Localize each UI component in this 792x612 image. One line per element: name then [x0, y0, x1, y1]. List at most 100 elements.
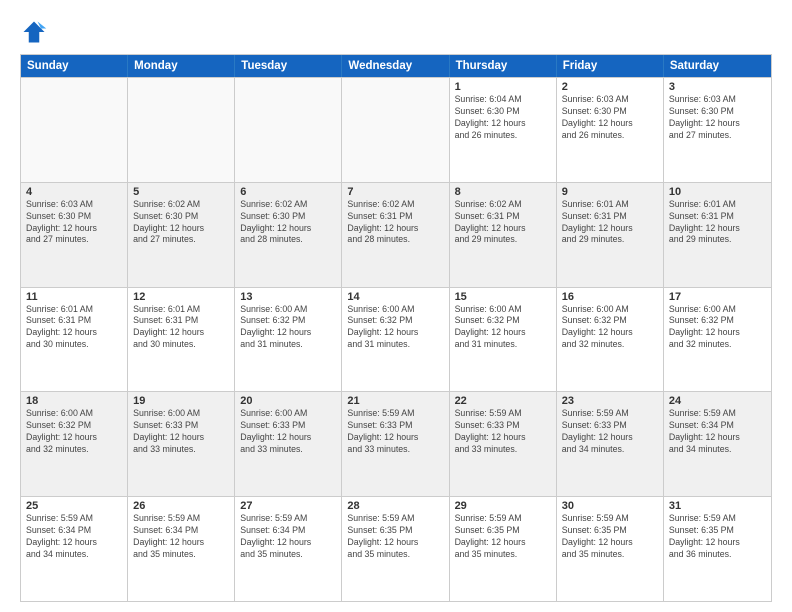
table-row: 22Sunrise: 5:59 AM Sunset: 6:33 PM Dayli… [450, 392, 557, 496]
day-number: 22 [455, 395, 551, 407]
day-info: Sunrise: 6:01 AM Sunset: 6:31 PM Dayligh… [133, 304, 229, 352]
table-row: 29Sunrise: 5:59 AM Sunset: 6:35 PM Dayli… [450, 497, 557, 601]
day-info: Sunrise: 6:00 AM Sunset: 6:32 PM Dayligh… [347, 304, 443, 352]
day-number: 8 [455, 186, 551, 198]
table-row: 5Sunrise: 6:02 AM Sunset: 6:30 PM Daylig… [128, 183, 235, 287]
logo-icon [20, 18, 48, 46]
table-row [128, 78, 235, 182]
day-number: 17 [669, 291, 766, 303]
day-info: Sunrise: 6:00 AM Sunset: 6:32 PM Dayligh… [455, 304, 551, 352]
day-info: Sunrise: 6:01 AM Sunset: 6:31 PM Dayligh… [562, 199, 658, 247]
day-info: Sunrise: 5:59 AM Sunset: 6:33 PM Dayligh… [347, 408, 443, 456]
day-number: 20 [240, 395, 336, 407]
table-row: 13Sunrise: 6:00 AM Sunset: 6:32 PM Dayli… [235, 288, 342, 392]
cal-header-tuesday: Tuesday [235, 55, 342, 77]
table-row: 24Sunrise: 5:59 AM Sunset: 6:34 PM Dayli… [664, 392, 771, 496]
table-row: 8Sunrise: 6:02 AM Sunset: 6:31 PM Daylig… [450, 183, 557, 287]
day-number: 18 [26, 395, 122, 407]
day-info: Sunrise: 6:04 AM Sunset: 6:30 PM Dayligh… [455, 94, 551, 142]
table-row: 26Sunrise: 5:59 AM Sunset: 6:34 PM Dayli… [128, 497, 235, 601]
day-number: 4 [26, 186, 122, 198]
table-row: 9Sunrise: 6:01 AM Sunset: 6:31 PM Daylig… [557, 183, 664, 287]
cal-header-saturday: Saturday [664, 55, 771, 77]
day-number: 30 [562, 500, 658, 512]
table-row: 1Sunrise: 6:04 AM Sunset: 6:30 PM Daylig… [450, 78, 557, 182]
day-info: Sunrise: 5:59 AM Sunset: 6:34 PM Dayligh… [240, 513, 336, 561]
day-number: 21 [347, 395, 443, 407]
day-number: 28 [347, 500, 443, 512]
day-info: Sunrise: 5:59 AM Sunset: 6:35 PM Dayligh… [562, 513, 658, 561]
day-info: Sunrise: 6:02 AM Sunset: 6:31 PM Dayligh… [455, 199, 551, 247]
table-row [21, 78, 128, 182]
cal-week-1: 1Sunrise: 6:04 AM Sunset: 6:30 PM Daylig… [21, 77, 771, 182]
cal-header-monday: Monday [128, 55, 235, 77]
day-info: Sunrise: 5:59 AM Sunset: 6:34 PM Dayligh… [26, 513, 122, 561]
table-row: 10Sunrise: 6:01 AM Sunset: 6:31 PM Dayli… [664, 183, 771, 287]
day-info: Sunrise: 6:02 AM Sunset: 6:31 PM Dayligh… [347, 199, 443, 247]
day-number: 27 [240, 500, 336, 512]
calendar: SundayMondayTuesdayWednesdayThursdayFrid… [20, 54, 772, 602]
table-row: 12Sunrise: 6:01 AM Sunset: 6:31 PM Dayli… [128, 288, 235, 392]
day-number: 25 [26, 500, 122, 512]
day-number: 14 [347, 291, 443, 303]
day-number: 3 [669, 81, 766, 93]
table-row: 28Sunrise: 5:59 AM Sunset: 6:35 PM Dayli… [342, 497, 449, 601]
calendar-header: SundayMondayTuesdayWednesdayThursdayFrid… [21, 55, 771, 77]
day-number: 31 [669, 500, 766, 512]
day-number: 1 [455, 81, 551, 93]
table-row: 4Sunrise: 6:03 AM Sunset: 6:30 PM Daylig… [21, 183, 128, 287]
day-info: Sunrise: 5:59 AM Sunset: 6:35 PM Dayligh… [455, 513, 551, 561]
table-row: 31Sunrise: 5:59 AM Sunset: 6:35 PM Dayli… [664, 497, 771, 601]
day-number: 13 [240, 291, 336, 303]
table-row: 2Sunrise: 6:03 AM Sunset: 6:30 PM Daylig… [557, 78, 664, 182]
table-row: 20Sunrise: 6:00 AM Sunset: 6:33 PM Dayli… [235, 392, 342, 496]
table-row: 25Sunrise: 5:59 AM Sunset: 6:34 PM Dayli… [21, 497, 128, 601]
cal-week-2: 4Sunrise: 6:03 AM Sunset: 6:30 PM Daylig… [21, 182, 771, 287]
table-row: 7Sunrise: 6:02 AM Sunset: 6:31 PM Daylig… [342, 183, 449, 287]
cal-header-friday: Friday [557, 55, 664, 77]
day-info: Sunrise: 5:59 AM Sunset: 6:33 PM Dayligh… [562, 408, 658, 456]
table-row: 17Sunrise: 6:00 AM Sunset: 6:32 PM Dayli… [664, 288, 771, 392]
table-row [342, 78, 449, 182]
day-info: Sunrise: 6:02 AM Sunset: 6:30 PM Dayligh… [133, 199, 229, 247]
day-number: 19 [133, 395, 229, 407]
table-row: 15Sunrise: 6:00 AM Sunset: 6:32 PM Dayli… [450, 288, 557, 392]
table-row: 3Sunrise: 6:03 AM Sunset: 6:30 PM Daylig… [664, 78, 771, 182]
table-row: 14Sunrise: 6:00 AM Sunset: 6:32 PM Dayli… [342, 288, 449, 392]
table-row: 11Sunrise: 6:01 AM Sunset: 6:31 PM Dayli… [21, 288, 128, 392]
day-info: Sunrise: 6:00 AM Sunset: 6:33 PM Dayligh… [133, 408, 229, 456]
day-number: 5 [133, 186, 229, 198]
table-row: 23Sunrise: 5:59 AM Sunset: 6:33 PM Dayli… [557, 392, 664, 496]
page: SundayMondayTuesdayWednesdayThursdayFrid… [0, 0, 792, 612]
day-number: 7 [347, 186, 443, 198]
table-row: 18Sunrise: 6:00 AM Sunset: 6:32 PM Dayli… [21, 392, 128, 496]
day-info: Sunrise: 6:01 AM Sunset: 6:31 PM Dayligh… [669, 199, 766, 247]
table-row [235, 78, 342, 182]
day-info: Sunrise: 6:00 AM Sunset: 6:32 PM Dayligh… [26, 408, 122, 456]
table-row: 16Sunrise: 6:00 AM Sunset: 6:32 PM Dayli… [557, 288, 664, 392]
table-row: 6Sunrise: 6:02 AM Sunset: 6:30 PM Daylig… [235, 183, 342, 287]
cal-week-5: 25Sunrise: 5:59 AM Sunset: 6:34 PM Dayli… [21, 496, 771, 601]
day-number: 16 [562, 291, 658, 303]
day-number: 23 [562, 395, 658, 407]
day-number: 6 [240, 186, 336, 198]
day-info: Sunrise: 6:00 AM Sunset: 6:32 PM Dayligh… [240, 304, 336, 352]
day-number: 26 [133, 500, 229, 512]
table-row: 19Sunrise: 6:00 AM Sunset: 6:33 PM Dayli… [128, 392, 235, 496]
day-info: Sunrise: 5:59 AM Sunset: 6:33 PM Dayligh… [455, 408, 551, 456]
day-number: 12 [133, 291, 229, 303]
day-number: 9 [562, 186, 658, 198]
cal-week-4: 18Sunrise: 6:00 AM Sunset: 6:32 PM Dayli… [21, 391, 771, 496]
day-info: Sunrise: 6:00 AM Sunset: 6:32 PM Dayligh… [669, 304, 766, 352]
day-number: 24 [669, 395, 766, 407]
cal-header-sunday: Sunday [21, 55, 128, 77]
day-number: 15 [455, 291, 551, 303]
cal-header-thursday: Thursday [450, 55, 557, 77]
table-row: 21Sunrise: 5:59 AM Sunset: 6:33 PM Dayli… [342, 392, 449, 496]
calendar-body: 1Sunrise: 6:04 AM Sunset: 6:30 PM Daylig… [21, 77, 771, 601]
day-number: 2 [562, 81, 658, 93]
day-info: Sunrise: 5:59 AM Sunset: 6:34 PM Dayligh… [133, 513, 229, 561]
day-info: Sunrise: 6:02 AM Sunset: 6:30 PM Dayligh… [240, 199, 336, 247]
day-number: 29 [455, 500, 551, 512]
header [20, 18, 772, 46]
